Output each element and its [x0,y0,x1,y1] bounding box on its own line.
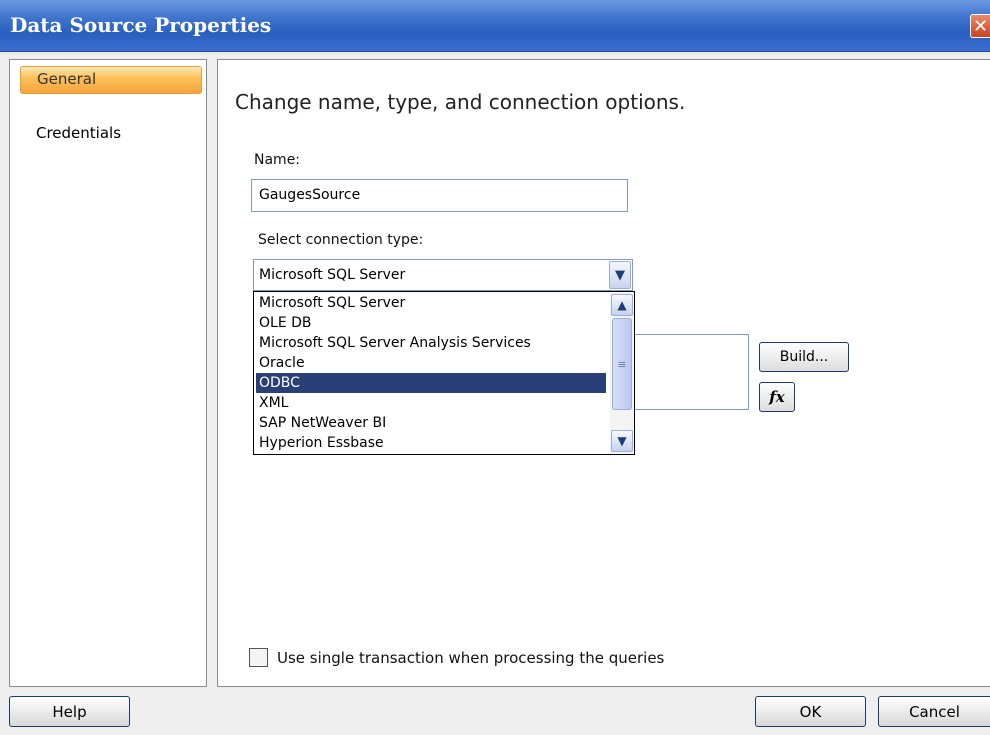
option-sap-netweaver[interactable]: SAP NetWeaver BI [256,413,606,433]
option-odbc[interactable]: ODBC [256,373,606,393]
chevron-up-icon[interactable]: ▲ [611,294,633,316]
option-xml[interactable]: XML [256,393,606,413]
help-button[interactable]: Help [9,696,130,727]
nav-pane: General Credentials [9,59,207,687]
chevron-down-icon[interactable]: ▼ [611,430,633,452]
build-button[interactable]: Build... [759,342,849,372]
nav-item-credentials[interactable]: Credentials [20,118,202,146]
name-input[interactable]: GaugesSource [251,179,628,212]
expression-button[interactable]: fx [759,382,795,412]
option-oracle[interactable]: Oracle [256,353,606,373]
option-sql-server[interactable]: Microsoft SQL Server [256,293,606,313]
scroll-thumb[interactable]: ≡ [612,318,632,410]
option-ole-db[interactable]: OLE DB [256,313,606,333]
close-icon[interactable]: ✕ [970,14,990,38]
cancel-button[interactable]: Cancel [878,696,990,727]
window-title: Data Source Properties [10,13,272,37]
connection-type-dropdown[interactable]: Microsoft SQL Server OLE DB Microsoft SQ… [253,291,635,455]
connection-string-box[interactable] [633,334,749,410]
transaction-checkbox-row[interactable]: Use single transaction when processing t… [249,648,664,667]
content-pane: Change name, type, and connection option… [217,59,990,687]
title-bar: Data Source Properties ✕ [0,0,990,52]
connection-type-select[interactable]: Microsoft SQL Server ▼ [253,259,633,291]
nav-item-general[interactable]: General [20,66,202,94]
dialog-body: General Credentials Change name, type, a… [0,53,990,735]
ok-button[interactable]: OK [755,696,866,727]
page-heading: Change name, type, and connection option… [235,90,686,114]
name-label: Name: [254,152,301,168]
connection-type-label: Select connection type: [258,232,424,248]
option-analysis-services[interactable]: Microsoft SQL Server Analysis Services [256,333,606,353]
chevron-down-icon[interactable]: ▼ [609,261,631,289]
connection-type-value: Microsoft SQL Server [259,267,406,283]
transaction-checkbox-label: Use single transaction when processing t… [277,648,665,667]
transaction-checkbox[interactable] [249,648,268,667]
dropdown-scrollbar[interactable]: ▲ ≡ ▼ [610,292,634,454]
option-hyperion-essbase[interactable]: Hyperion Essbase [256,433,606,453]
